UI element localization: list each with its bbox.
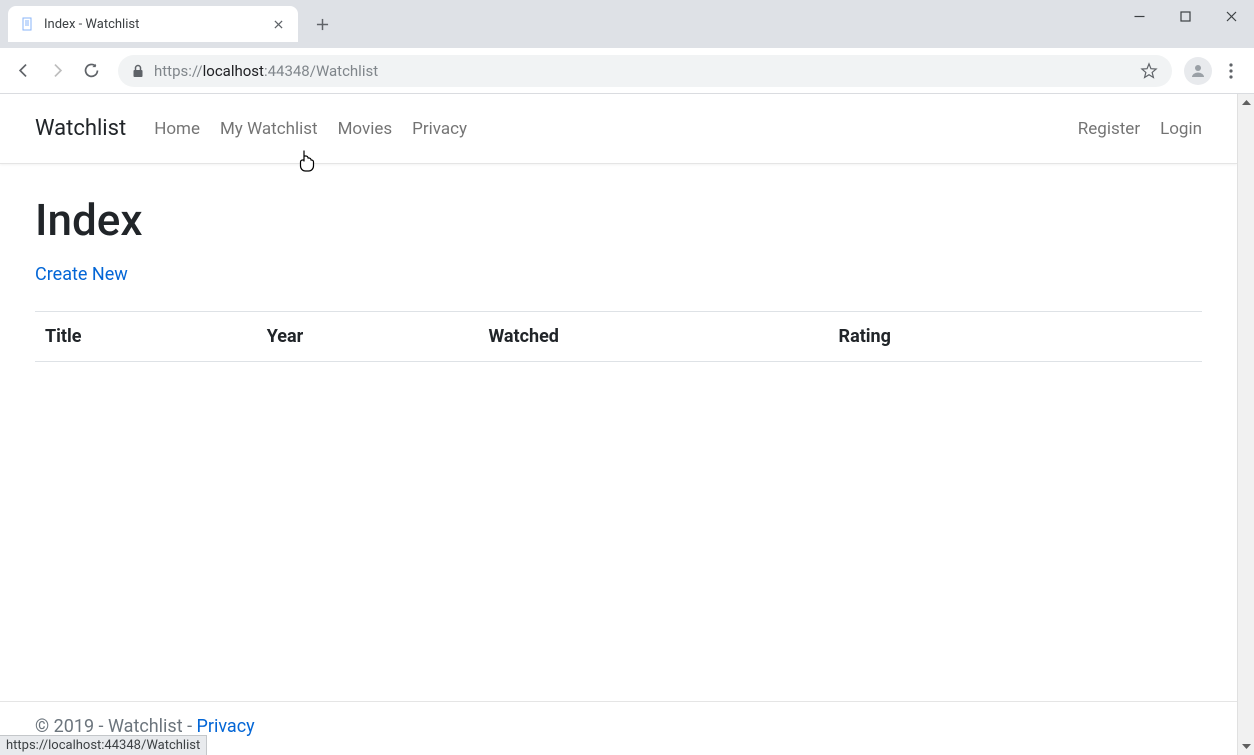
nav-home[interactable]: Home: [154, 119, 200, 139]
window-controls: [1116, 0, 1254, 48]
nav-register[interactable]: Register: [1078, 119, 1140, 139]
footer-copyright: © 2019 - Watchlist -: [35, 716, 197, 737]
status-bar: https://localhost:44348/Watchlist: [0, 735, 207, 755]
nav-movies[interactable]: Movies: [338, 119, 393, 139]
new-tab-button[interactable]: [308, 10, 336, 38]
table-header-row: Title Year Watched Rating: [35, 312, 1202, 362]
nav-my-watchlist[interactable]: My Watchlist: [220, 119, 318, 139]
tab-title: Index - Watchlist: [44, 17, 262, 32]
main-container: Index Create New Title Year Watched Rati…: [0, 164, 1237, 392]
scroll-up-arrow-icon[interactable]: [1238, 94, 1254, 111]
watchlist-table: Title Year Watched Rating: [35, 311, 1202, 362]
col-title: Title: [35, 312, 257, 362]
nav-links: Home My Watchlist Movies Privacy: [154, 119, 467, 139]
reload-button[interactable]: [76, 56, 106, 86]
browser-tab[interactable]: Index - Watchlist: [8, 6, 298, 42]
browser-tab-strip: Index - Watchlist: [0, 0, 1254, 48]
viewport: Watchlist Home My Watchlist Movies Priva…: [0, 94, 1254, 755]
back-button[interactable]: [8, 56, 38, 86]
col-year: Year: [257, 312, 479, 362]
bookmark-star-icon[interactable]: [1140, 62, 1158, 80]
scroll-down-arrow-icon[interactable]: [1238, 738, 1254, 755]
url-text: https://localhost:44348/Watchlist: [154, 62, 378, 80]
page-title: Index: [35, 194, 1202, 246]
create-new-link[interactable]: Create New: [35, 264, 128, 285]
address-bar[interactable]: https://localhost:44348/Watchlist: [118, 55, 1172, 87]
close-window-button[interactable]: [1208, 0, 1254, 32]
col-rating: Rating: [829, 312, 1202, 362]
minimize-button[interactable]: [1116, 0, 1162, 32]
kebab-menu-icon[interactable]: [1216, 63, 1246, 79]
site-navbar: Watchlist Home My Watchlist Movies Priva…: [0, 94, 1237, 164]
vertical-scrollbar[interactable]: [1237, 94, 1254, 755]
nav-right: Register Login: [1078, 119, 1202, 139]
brand-link[interactable]: Watchlist: [35, 116, 126, 141]
nav-login[interactable]: Login: [1160, 119, 1202, 139]
profile-icon[interactable]: [1184, 57, 1212, 85]
tab-bar: Index - Watchlist: [0, 0, 336, 48]
scroll-track[interactable]: [1238, 111, 1254, 738]
forward-button[interactable]: [42, 56, 72, 86]
footer-privacy-link[interactable]: Privacy: [197, 716, 255, 737]
lock-icon: [132, 64, 144, 78]
nav-privacy[interactable]: Privacy: [412, 119, 467, 139]
close-icon[interactable]: [270, 16, 286, 32]
col-watched: Watched: [478, 312, 828, 362]
file-icon: [20, 16, 36, 32]
page-content: Watchlist Home My Watchlist Movies Priva…: [0, 94, 1237, 755]
maximize-button[interactable]: [1162, 0, 1208, 32]
browser-toolbar: https://localhost:44348/Watchlist: [0, 48, 1254, 94]
